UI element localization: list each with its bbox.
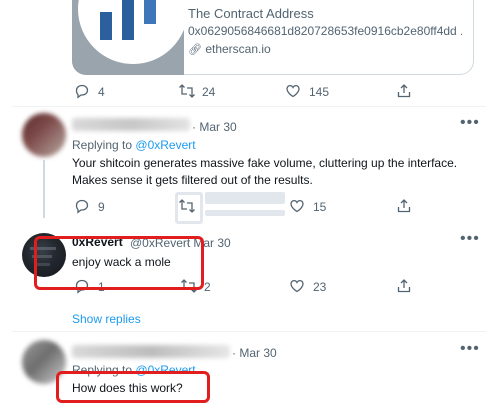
retweet-count: 2 [204,280,211,294]
avatar[interactable] [22,113,66,157]
reply1-text-line2: Makes sense it gets filtered out of the … [72,173,313,187]
thread-line [43,160,45,218]
more-options-icon[interactable]: ••• [460,115,480,131]
like-button[interactable]: 23 [289,278,339,296]
etherscan-logo [78,0,184,64]
replying-to: Replying to @0xRevert [72,138,196,152]
reply1-text-line1: Your shitcoin generates massive fake vol… [72,156,458,170]
heart-icon [286,84,300,98]
retweet-count: 24 [202,85,216,99]
card-domain-row[interactable]: 🔗︎ etherscan.io [188,42,271,56]
divider [12,106,486,107]
more-options-icon[interactable]: ••• [460,231,480,247]
link-icon: 🔗︎ [188,44,202,56]
divider [12,331,486,332]
more-options-icon[interactable]: ••• [460,341,480,357]
reply-count: 9 [98,200,105,214]
highlight-box [34,236,204,290]
share-icon [397,199,411,213]
show-replies-link[interactable]: Show replies [72,312,141,326]
retweet-button[interactable]: 24 [178,83,228,101]
reply3-date[interactable]: · Mar 30 [232,346,277,360]
share-button[interactable] [396,198,414,216]
like-button[interactable]: 145 [285,83,345,101]
reply-count: 4 [98,85,105,99]
share-button[interactable] [396,278,414,296]
share-icon [397,279,411,293]
card-address: 0x0629056846681d820728653fe0916cb2e80ff4… [188,24,462,38]
mention-link[interactable]: @0xRevert [135,138,195,152]
card-domain: etherscan.io [205,42,271,56]
username-redacted [72,118,190,131]
like-count: 145 [309,85,330,99]
retweet-icon [179,84,195,98]
reply-button[interactable]: 9 [74,198,124,216]
like-count: 15 [313,200,327,214]
username-redacted [72,345,230,358]
card-title: The Contract Address [188,6,314,21]
watermark-logo [175,188,295,224]
reply-icon [75,199,89,214]
like-button[interactable]: 15 [289,198,339,216]
reply1-date[interactable]: · Mar 30 [192,120,237,134]
replying-prefix: Replying to [72,138,133,152]
reply-icon [75,84,89,99]
card-logo-image [72,0,184,75]
highlight-box [56,371,210,403]
share-button[interactable] [396,83,414,101]
heart-icon [290,279,304,293]
reply-button[interactable]: 4 [74,83,124,101]
like-count: 23 [313,280,327,294]
share-icon [397,84,411,98]
